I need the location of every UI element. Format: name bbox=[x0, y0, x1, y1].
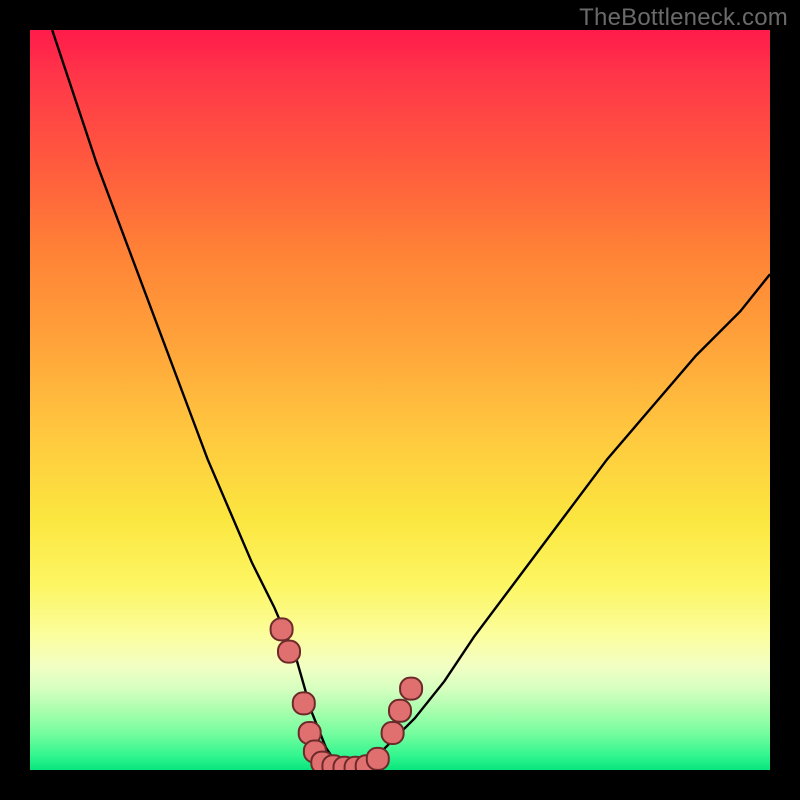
data-marker bbox=[322, 755, 344, 770]
watermark-text: TheBottleneck.com bbox=[579, 4, 788, 32]
data-marker bbox=[293, 692, 315, 714]
data-marker bbox=[311, 752, 333, 770]
data-marker bbox=[345, 757, 367, 770]
data-marker bbox=[382, 722, 404, 744]
data-marker bbox=[400, 678, 422, 700]
chart-frame: TheBottleneck.com bbox=[0, 0, 800, 800]
data-marker bbox=[304, 741, 326, 763]
chart-plot-area bbox=[30, 30, 770, 770]
data-marker bbox=[278, 641, 300, 663]
marker-group bbox=[271, 618, 423, 770]
curve-layer bbox=[30, 30, 770, 770]
data-marker bbox=[334, 757, 356, 770]
data-marker bbox=[356, 755, 378, 770]
bottleneck-curve bbox=[52, 30, 770, 770]
data-marker bbox=[367, 748, 389, 770]
data-marker bbox=[389, 700, 411, 722]
data-marker bbox=[271, 618, 293, 640]
data-marker bbox=[299, 722, 321, 744]
